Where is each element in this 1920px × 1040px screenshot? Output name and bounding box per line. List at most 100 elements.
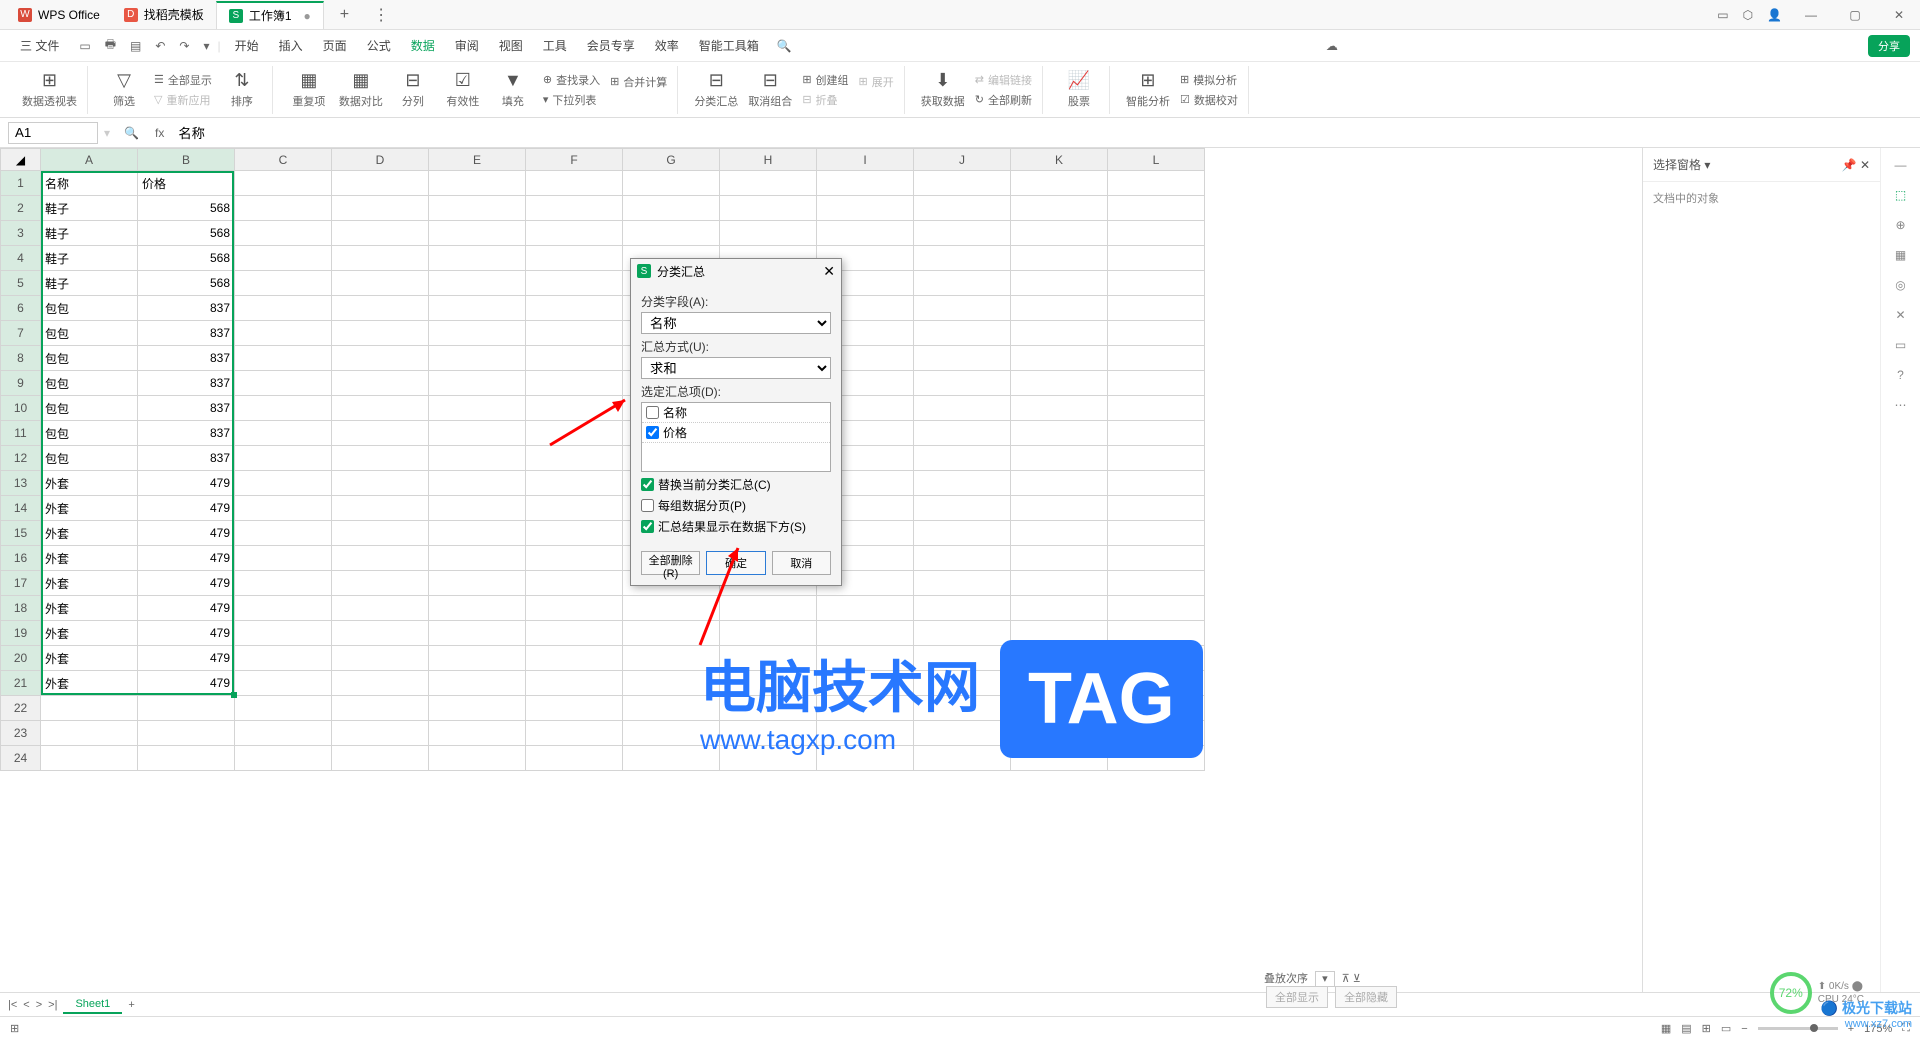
cell-C13[interactable] — [235, 471, 332, 496]
cell-A23[interactable] — [41, 721, 138, 746]
close-panel-icon[interactable]: ✕ — [1860, 158, 1870, 172]
cell-J8[interactable] — [914, 346, 1011, 371]
row-head-2[interactable]: 2 — [1, 196, 41, 221]
cell-G3[interactable] — [623, 221, 720, 246]
sheet-tab-1[interactable]: Sheet1 — [63, 996, 122, 1014]
cell-F10[interactable] — [526, 396, 623, 421]
cell-E10[interactable] — [429, 396, 526, 421]
cell-C24[interactable] — [235, 746, 332, 771]
cell-F20[interactable] — [526, 646, 623, 671]
cell-F2[interactable] — [526, 196, 623, 221]
cell-A11[interactable]: 包包 — [41, 421, 138, 446]
zoom-out-icon[interactable]: − — [1741, 1023, 1747, 1035]
col-head-G[interactable]: G — [623, 149, 720, 171]
cell-J4[interactable] — [914, 246, 1011, 271]
cell-J17[interactable] — [914, 571, 1011, 596]
cell-B12[interactable]: 837 — [138, 446, 235, 471]
cell-F21[interactable] — [526, 671, 623, 696]
cell-F22[interactable] — [526, 696, 623, 721]
cube-icon[interactable]: ⬡ — [1743, 8, 1753, 22]
cell-D23[interactable] — [332, 721, 429, 746]
func-select[interactable]: 求和 — [641, 357, 831, 379]
print-icon[interactable]: 🖶 — [101, 33, 120, 58]
cell-J15[interactable] — [914, 521, 1011, 546]
cell-C3[interactable] — [235, 221, 332, 246]
collapse-button[interactable]: ⊟ 折叠 — [802, 92, 848, 108]
cell-L3[interactable] — [1108, 221, 1205, 246]
row-head-18[interactable]: 18 — [1, 596, 41, 621]
row-head-14[interactable]: 14 — [1, 496, 41, 521]
cell-E1[interactable] — [429, 171, 526, 196]
row-head-16[interactable]: 16 — [1, 546, 41, 571]
cell-K8[interactable] — [1011, 346, 1108, 371]
tool-icon-4[interactable]: ✕ — [1895, 308, 1905, 322]
cell-F14[interactable] — [526, 496, 623, 521]
cell-K2[interactable] — [1011, 196, 1108, 221]
cell-B13[interactable]: 479 — [138, 471, 235, 496]
stock-button[interactable]: 📈股票 — [1059, 70, 1099, 109]
cancel-button[interactable]: 取消 — [772, 551, 831, 575]
cell-L8[interactable] — [1108, 346, 1205, 371]
cell-C10[interactable] — [235, 396, 332, 421]
cell-C14[interactable] — [235, 496, 332, 521]
cell-L17[interactable] — [1108, 571, 1205, 596]
cell-C9[interactable] — [235, 371, 332, 396]
lookup-button[interactable]: ⊕ 查找录入 — [543, 72, 600, 88]
cell-E5[interactable] — [429, 271, 526, 296]
ungroup-button[interactable]: ⊟取消组合 — [748, 70, 792, 109]
cell-I18[interactable] — [817, 596, 914, 621]
cell-F24[interactable] — [526, 746, 623, 771]
cell-J14[interactable] — [914, 496, 1011, 521]
cell-A21[interactable]: 外套 — [41, 671, 138, 696]
cell-E8[interactable] — [429, 346, 526, 371]
cell-D20[interactable] — [332, 646, 429, 671]
item-name-check[interactable] — [646, 406, 659, 419]
cell-J3[interactable] — [914, 221, 1011, 246]
cell-L15[interactable] — [1108, 521, 1205, 546]
cell-D13[interactable] — [332, 471, 429, 496]
cell-F5[interactable] — [526, 271, 623, 296]
cell-A15[interactable]: 外套 — [41, 521, 138, 546]
cell-F23[interactable] — [526, 721, 623, 746]
fill-button[interactable]: ▼填充 — [493, 70, 533, 109]
cell-F19[interactable] — [526, 621, 623, 646]
cell-D17[interactable] — [332, 571, 429, 596]
cell-L1[interactable] — [1108, 171, 1205, 196]
selection-handle[interactable] — [231, 692, 237, 698]
select-icon[interactable]: ⬚ — [1895, 188, 1906, 202]
menu-公式[interactable]: 公式 — [357, 33, 401, 58]
cell-B10[interactable]: 837 — [138, 396, 235, 421]
cell-J2[interactable] — [914, 196, 1011, 221]
field-select[interactable]: 名称 — [641, 312, 831, 334]
select-all-corner[interactable]: ◢ — [1, 149, 41, 171]
expand-button[interactable]: ⊞ 展开 — [859, 74, 894, 90]
row-head-3[interactable]: 3 — [1, 221, 41, 246]
cell-C12[interactable] — [235, 446, 332, 471]
cell-H3[interactable] — [720, 221, 817, 246]
menu-数据[interactable]: 数据 — [401, 33, 445, 58]
cell-D21[interactable] — [332, 671, 429, 696]
row-head-10[interactable]: 10 — [1, 396, 41, 421]
cell-F17[interactable] — [526, 571, 623, 596]
cell-D24[interactable] — [332, 746, 429, 771]
view-read-icon[interactable]: ▭ — [1721, 1022, 1731, 1035]
preview-icon[interactable]: ▤ — [126, 37, 145, 55]
cell-C1[interactable] — [235, 171, 332, 196]
cell-B15[interactable]: 479 — [138, 521, 235, 546]
formula-input[interactable] — [172, 122, 1912, 144]
cell-A1[interactable]: 名称 — [41, 171, 138, 196]
cell-K13[interactable] — [1011, 471, 1108, 496]
tool-icon-3[interactable]: ◎ — [1895, 278, 1905, 292]
cell-L6[interactable] — [1108, 296, 1205, 321]
row-head-5[interactable]: 5 — [1, 271, 41, 296]
cell-B2[interactable]: 568 — [138, 196, 235, 221]
share-button[interactable]: 分享 — [1868, 35, 1910, 57]
cell-L13[interactable] — [1108, 471, 1205, 496]
maximize-button[interactable]: ▢ — [1840, 8, 1870, 22]
row-head-21[interactable]: 21 — [1, 671, 41, 696]
sheet-last-icon[interactable]: >| — [48, 999, 57, 1011]
cell-B6[interactable]: 837 — [138, 296, 235, 321]
col-head-A[interactable]: A — [41, 149, 138, 171]
cell-D8[interactable] — [332, 346, 429, 371]
items-list[interactable]: 名称 价格 — [641, 402, 831, 472]
